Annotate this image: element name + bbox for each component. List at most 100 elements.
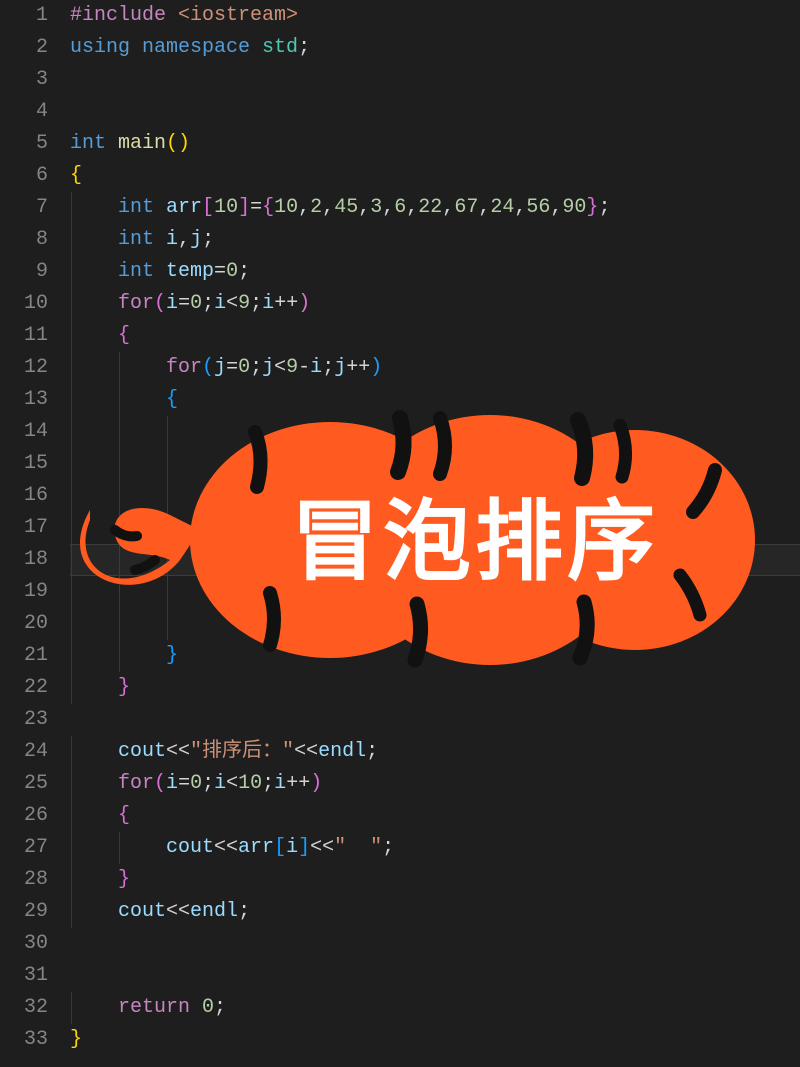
line-number: 6 bbox=[0, 160, 48, 192]
code-token: ) bbox=[298, 292, 310, 315]
indent-guide bbox=[71, 256, 72, 288]
code-token: } bbox=[118, 676, 130, 699]
code-token: [ bbox=[202, 196, 214, 219]
indent-guide bbox=[119, 608, 120, 640]
code-editor[interactable]: 1234567891011121314151617181920212223242… bbox=[0, 0, 800, 1067]
code-line[interactable]: for(i=0;i<9;i++) bbox=[70, 288, 800, 320]
code-token: [ bbox=[274, 836, 286, 859]
code-line[interactable]: int temp=0; bbox=[70, 256, 800, 288]
indent-guide bbox=[71, 384, 72, 416]
code-line[interactable] bbox=[70, 576, 800, 608]
code-token: j bbox=[334, 356, 346, 379]
code-token: int bbox=[118, 260, 166, 283]
code-line[interactable] bbox=[70, 544, 800, 576]
code-token bbox=[70, 484, 214, 507]
code-token: , bbox=[550, 196, 562, 219]
code-token: i bbox=[166, 228, 178, 251]
code-line[interactable]: int arr[10]={10,2,45,3,6,22,67,24,56,90}… bbox=[70, 192, 800, 224]
code-token: j bbox=[262, 356, 274, 379]
code-line[interactable] bbox=[70, 448, 800, 480]
code-token: i bbox=[310, 356, 322, 379]
code-line[interactable]: cout<<"排序后："<<endl; bbox=[70, 736, 800, 768]
code-area[interactable]: #include <iostream>using namespace std; i… bbox=[70, 0, 800, 1067]
code-token: , bbox=[406, 196, 418, 219]
code-token: { bbox=[262, 196, 274, 219]
indent-guide bbox=[71, 480, 72, 512]
code-token bbox=[70, 900, 118, 923]
indent-guide bbox=[71, 736, 72, 768]
indent-guide bbox=[167, 512, 168, 544]
code-token: , bbox=[358, 196, 370, 219]
code-token: , bbox=[178, 228, 190, 251]
indent-guide bbox=[71, 768, 72, 800]
code-token: ) bbox=[370, 356, 382, 379]
code-line[interactable]: { bbox=[70, 320, 800, 352]
line-number: 17 bbox=[0, 512, 48, 544]
code-token: ( bbox=[154, 292, 166, 315]
code-line[interactable]: cout<<arr[i]<<" "; bbox=[70, 832, 800, 864]
code-line[interactable]: } bbox=[70, 1024, 800, 1056]
code-line[interactable]: { bbox=[70, 384, 800, 416]
code-line[interactable]: cout<<endl; bbox=[70, 896, 800, 928]
code-line[interactable] bbox=[70, 928, 800, 960]
indent-guide bbox=[71, 512, 72, 544]
line-number: 11 bbox=[0, 320, 48, 352]
code-token: ; bbox=[250, 356, 262, 379]
code-token: for bbox=[118, 292, 154, 315]
code-line[interactable] bbox=[70, 96, 800, 128]
code-line[interactable]: return 0; bbox=[70, 992, 800, 1024]
code-line[interactable] bbox=[70, 480, 800, 512]
line-number: 28 bbox=[0, 864, 48, 896]
code-token: } bbox=[586, 196, 598, 219]
code-token: 56 bbox=[526, 196, 550, 219]
code-line[interactable]: #include <iostream> bbox=[70, 0, 800, 32]
code-line[interactable]: } bbox=[70, 640, 800, 672]
code-token: = bbox=[250, 196, 262, 219]
code-token: j bbox=[190, 228, 202, 251]
line-number: 7 bbox=[0, 192, 48, 224]
line-number: 19 bbox=[0, 576, 48, 608]
code-token: ; bbox=[366, 740, 378, 763]
indent-guide bbox=[71, 864, 72, 896]
code-line[interactable]: { bbox=[70, 800, 800, 832]
line-number: 23 bbox=[0, 704, 48, 736]
code-token: int bbox=[118, 228, 166, 251]
code-token: "排序后：" bbox=[190, 740, 294, 763]
line-number: 22 bbox=[0, 672, 48, 704]
code-token: } bbox=[166, 644, 178, 667]
code-token: <iostream> bbox=[178, 4, 298, 27]
code-line[interactable] bbox=[70, 64, 800, 96]
code-line[interactable] bbox=[70, 960, 800, 992]
code-token: 10 bbox=[214, 196, 238, 219]
code-token: 0 bbox=[190, 292, 202, 315]
indent-guide bbox=[71, 544, 72, 576]
line-number: 32 bbox=[0, 992, 48, 1024]
code-token: 0 bbox=[190, 772, 202, 795]
code-line[interactable]: } bbox=[70, 672, 800, 704]
code-line[interactable]: int main() bbox=[70, 128, 800, 160]
code-line[interactable] bbox=[70, 512, 800, 544]
code-token: for bbox=[118, 772, 154, 795]
code-token: namespace bbox=[142, 36, 262, 59]
code-line[interactable]: using namespace std; bbox=[70, 32, 800, 64]
code-line[interactable]: } bbox=[70, 864, 800, 896]
code-line[interactable] bbox=[70, 416, 800, 448]
code-line[interactable]: for(j=0;j<9-i;j++) bbox=[70, 352, 800, 384]
indent-guide bbox=[119, 576, 120, 608]
code-token: i bbox=[274, 772, 286, 795]
line-number: 27 bbox=[0, 832, 48, 864]
code-line[interactable] bbox=[70, 608, 800, 640]
code-token: , bbox=[442, 196, 454, 219]
code-line[interactable]: { bbox=[70, 160, 800, 192]
indent-guide bbox=[119, 480, 120, 512]
code-token: endl bbox=[318, 740, 366, 763]
code-token bbox=[70, 356, 166, 379]
code-token: ; bbox=[238, 900, 250, 923]
line-number: 18 bbox=[0, 544, 48, 576]
code-token: j bbox=[214, 356, 226, 379]
indent-guide bbox=[71, 640, 72, 672]
code-token: = bbox=[178, 772, 190, 795]
code-line[interactable]: for(i=0;i<10;i++) bbox=[70, 768, 800, 800]
code-line[interactable] bbox=[70, 704, 800, 736]
code-line[interactable]: int i,j; bbox=[70, 224, 800, 256]
